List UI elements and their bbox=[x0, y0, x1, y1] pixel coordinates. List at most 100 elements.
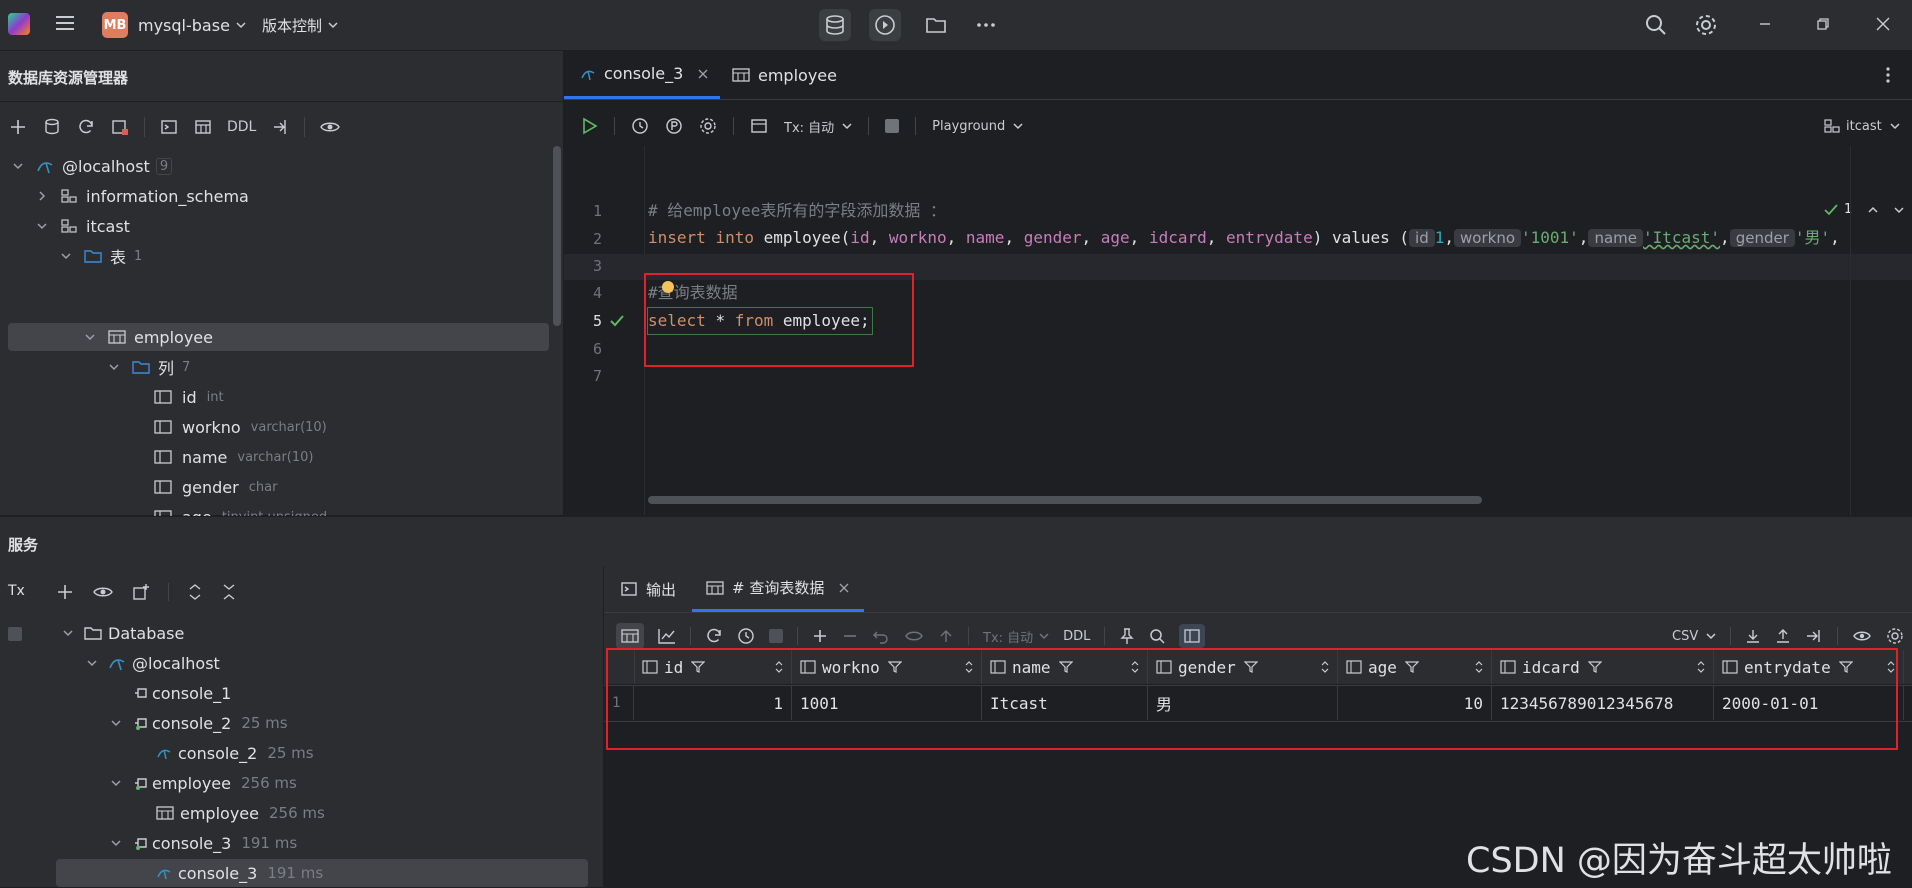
eye-icon[interactable] bbox=[1852, 628, 1872, 644]
right-margin bbox=[1850, 146, 1851, 515]
download-icon[interactable] bbox=[1745, 628, 1761, 644]
chevron-down-icon[interactable] bbox=[1894, 205, 1904, 215]
tab-employee[interactable]: employee bbox=[732, 51, 837, 99]
more-vertical-icon[interactable] bbox=[1880, 65, 1896, 85]
tab-console-3[interactable]: console_3 bbox=[564, 51, 720, 99]
services-tree-item[interactable]: console_2 25 ms bbox=[108, 708, 288, 738]
upload-icon[interactable] bbox=[1775, 628, 1791, 644]
history-icon[interactable] bbox=[737, 627, 755, 645]
services-tree-item[interactable]: console_3 191 ms bbox=[108, 828, 297, 858]
services-tree-item[interactable]: console_1 bbox=[132, 678, 231, 708]
eye-icon[interactable] bbox=[319, 117, 341, 137]
ddl-button[interactable]: DDL bbox=[227, 119, 256, 135]
tx-toggle[interactable]: Tx bbox=[8, 583, 25, 599]
services-tree-item[interactable]: @localhost bbox=[84, 648, 220, 678]
revert-icon[interactable] bbox=[872, 628, 890, 644]
add-icon[interactable] bbox=[56, 583, 74, 601]
database-tool-button[interactable] bbox=[819, 9, 851, 41]
stop-icon[interactable] bbox=[769, 629, 783, 643]
refresh-icon[interactable] bbox=[705, 627, 723, 645]
close-icon[interactable] bbox=[697, 68, 709, 80]
eye-icon[interactable] bbox=[92, 583, 114, 601]
tree-item-host[interactable]: @localhost 9 bbox=[10, 151, 173, 181]
inspection-widget[interactable]: 1 bbox=[1824, 202, 1904, 217]
services-tree-item[interactable]: console_2 25 ms bbox=[156, 738, 314, 768]
stop-icon[interactable] bbox=[8, 627, 22, 641]
jump-icon[interactable] bbox=[270, 117, 290, 137]
minimize-icon[interactable] bbox=[1756, 15, 1774, 33]
services-tree-item[interactable]: console_3 191 ms bbox=[156, 858, 323, 888]
chart-icon[interactable] bbox=[658, 628, 676, 644]
code-editor[interactable]: 1 2 3 4 5 6 7 # 给employee表所有的字段添加数据 ： in… bbox=[564, 146, 1912, 515]
sql-column: gender bbox=[1023, 228, 1082, 247]
add-icon[interactable] bbox=[8, 117, 28, 137]
scrollbar-thumb[interactable] bbox=[553, 146, 561, 326]
compare-icon[interactable] bbox=[1805, 628, 1823, 644]
folder-icon[interactable] bbox=[920, 9, 952, 41]
layout-toggle-icon[interactable] bbox=[1179, 624, 1206, 648]
tree-item-label: information_schema bbox=[86, 186, 249, 206]
datasource-properties-icon[interactable] bbox=[42, 117, 62, 137]
tree-item-itcast[interactable]: itcast bbox=[34, 211, 130, 241]
submit-icon[interactable] bbox=[938, 628, 954, 644]
run-icon[interactable] bbox=[580, 117, 598, 135]
pin-icon[interactable] bbox=[1119, 627, 1135, 645]
tree-item-column[interactable]: workno varchar(10) bbox=[154, 412, 327, 442]
close-icon[interactable] bbox=[1874, 15, 1892, 33]
table-icon[interactable] bbox=[193, 117, 213, 137]
chevron-down-icon bbox=[108, 835, 124, 851]
horizontal-scrollbar-thumb[interactable] bbox=[648, 496, 1482, 504]
schema-selector[interactable]: itcast bbox=[1824, 112, 1900, 140]
close-icon[interactable] bbox=[838, 582, 850, 594]
expand-all-icon[interactable] bbox=[187, 583, 203, 601]
more-icon[interactable] bbox=[970, 9, 1002, 41]
vcs-selector[interactable]: 版本控制 bbox=[262, 12, 338, 38]
disconnect-icon[interactable] bbox=[110, 117, 130, 137]
tree-item-label: employee bbox=[180, 803, 259, 823]
services-tree-item[interactable]: employee 256 ms bbox=[108, 768, 297, 798]
main-menu-icon[interactable] bbox=[54, 12, 76, 34]
playground-selector[interactable]: Playground bbox=[932, 119, 1023, 134]
tree-item-column[interactable]: name varchar(10) bbox=[154, 442, 313, 472]
project-selector[interactable]: MB mysql-base bbox=[102, 12, 246, 38]
refresh-icon[interactable] bbox=[76, 117, 96, 137]
run-services-button[interactable] bbox=[869, 9, 901, 41]
collapse-all-icon[interactable] bbox=[221, 583, 237, 601]
layout-icon[interactable] bbox=[750, 117, 768, 135]
search-icon[interactable] bbox=[1149, 628, 1165, 644]
services-tree-item[interactable]: Database bbox=[60, 618, 184, 648]
gear-icon[interactable] bbox=[1694, 13, 1718, 37]
datagrip-logo-icon[interactable] bbox=[8, 13, 30, 35]
sql-column: entrydate bbox=[1226, 228, 1313, 247]
pin-p-icon[interactable] bbox=[665, 117, 683, 135]
tree-item-information-schema[interactable]: information_schema bbox=[34, 181, 249, 211]
sql-value: 'Itcast' bbox=[1642, 228, 1721, 247]
delete-row-icon[interactable] bbox=[842, 628, 858, 644]
table-view-icon[interactable] bbox=[616, 623, 644, 649]
ddl-button[interactable]: DDL bbox=[1063, 629, 1090, 644]
chevron-up-icon[interactable] bbox=[1868, 205, 1878, 215]
stop-icon[interactable] bbox=[885, 119, 900, 133]
console-icon[interactable] bbox=[159, 117, 179, 137]
result-tab-query[interactable]: # 查询表数据 bbox=[692, 566, 865, 612]
services-tree-item[interactable]: employee 256 ms bbox=[156, 798, 325, 828]
result-tab-output[interactable]: 输出 bbox=[620, 566, 676, 612]
tree-item-tables-folder[interactable]: 表 1 bbox=[58, 241, 142, 271]
search-icon[interactable] bbox=[1644, 13, 1668, 37]
restore-icon[interactable] bbox=[1814, 15, 1832, 33]
tx-mode-selector[interactable]: Tx: 自动 bbox=[983, 627, 1049, 646]
history-icon[interactable] bbox=[631, 117, 649, 135]
add-row-icon[interactable] bbox=[812, 628, 828, 644]
tree-item-columns-folder[interactable]: 列 7 bbox=[106, 352, 190, 382]
preview-icon[interactable] bbox=[904, 628, 924, 644]
gear-icon[interactable] bbox=[1886, 627, 1904, 645]
inlay-hint: workno bbox=[1454, 229, 1521, 247]
tree-item-employee[interactable]: employee bbox=[82, 322, 213, 352]
tree-item-column[interactable]: id int bbox=[154, 382, 224, 412]
new-tab-icon[interactable] bbox=[132, 583, 150, 601]
tree-item-column[interactable]: gender char bbox=[154, 472, 277, 502]
export-format-selector[interactable]: CSV bbox=[1672, 629, 1716, 644]
settings-icon[interactable] bbox=[699, 117, 717, 135]
tx-mode-selector[interactable]: Tx: 自动 bbox=[784, 117, 852, 136]
schema-icon bbox=[60, 187, 78, 205]
